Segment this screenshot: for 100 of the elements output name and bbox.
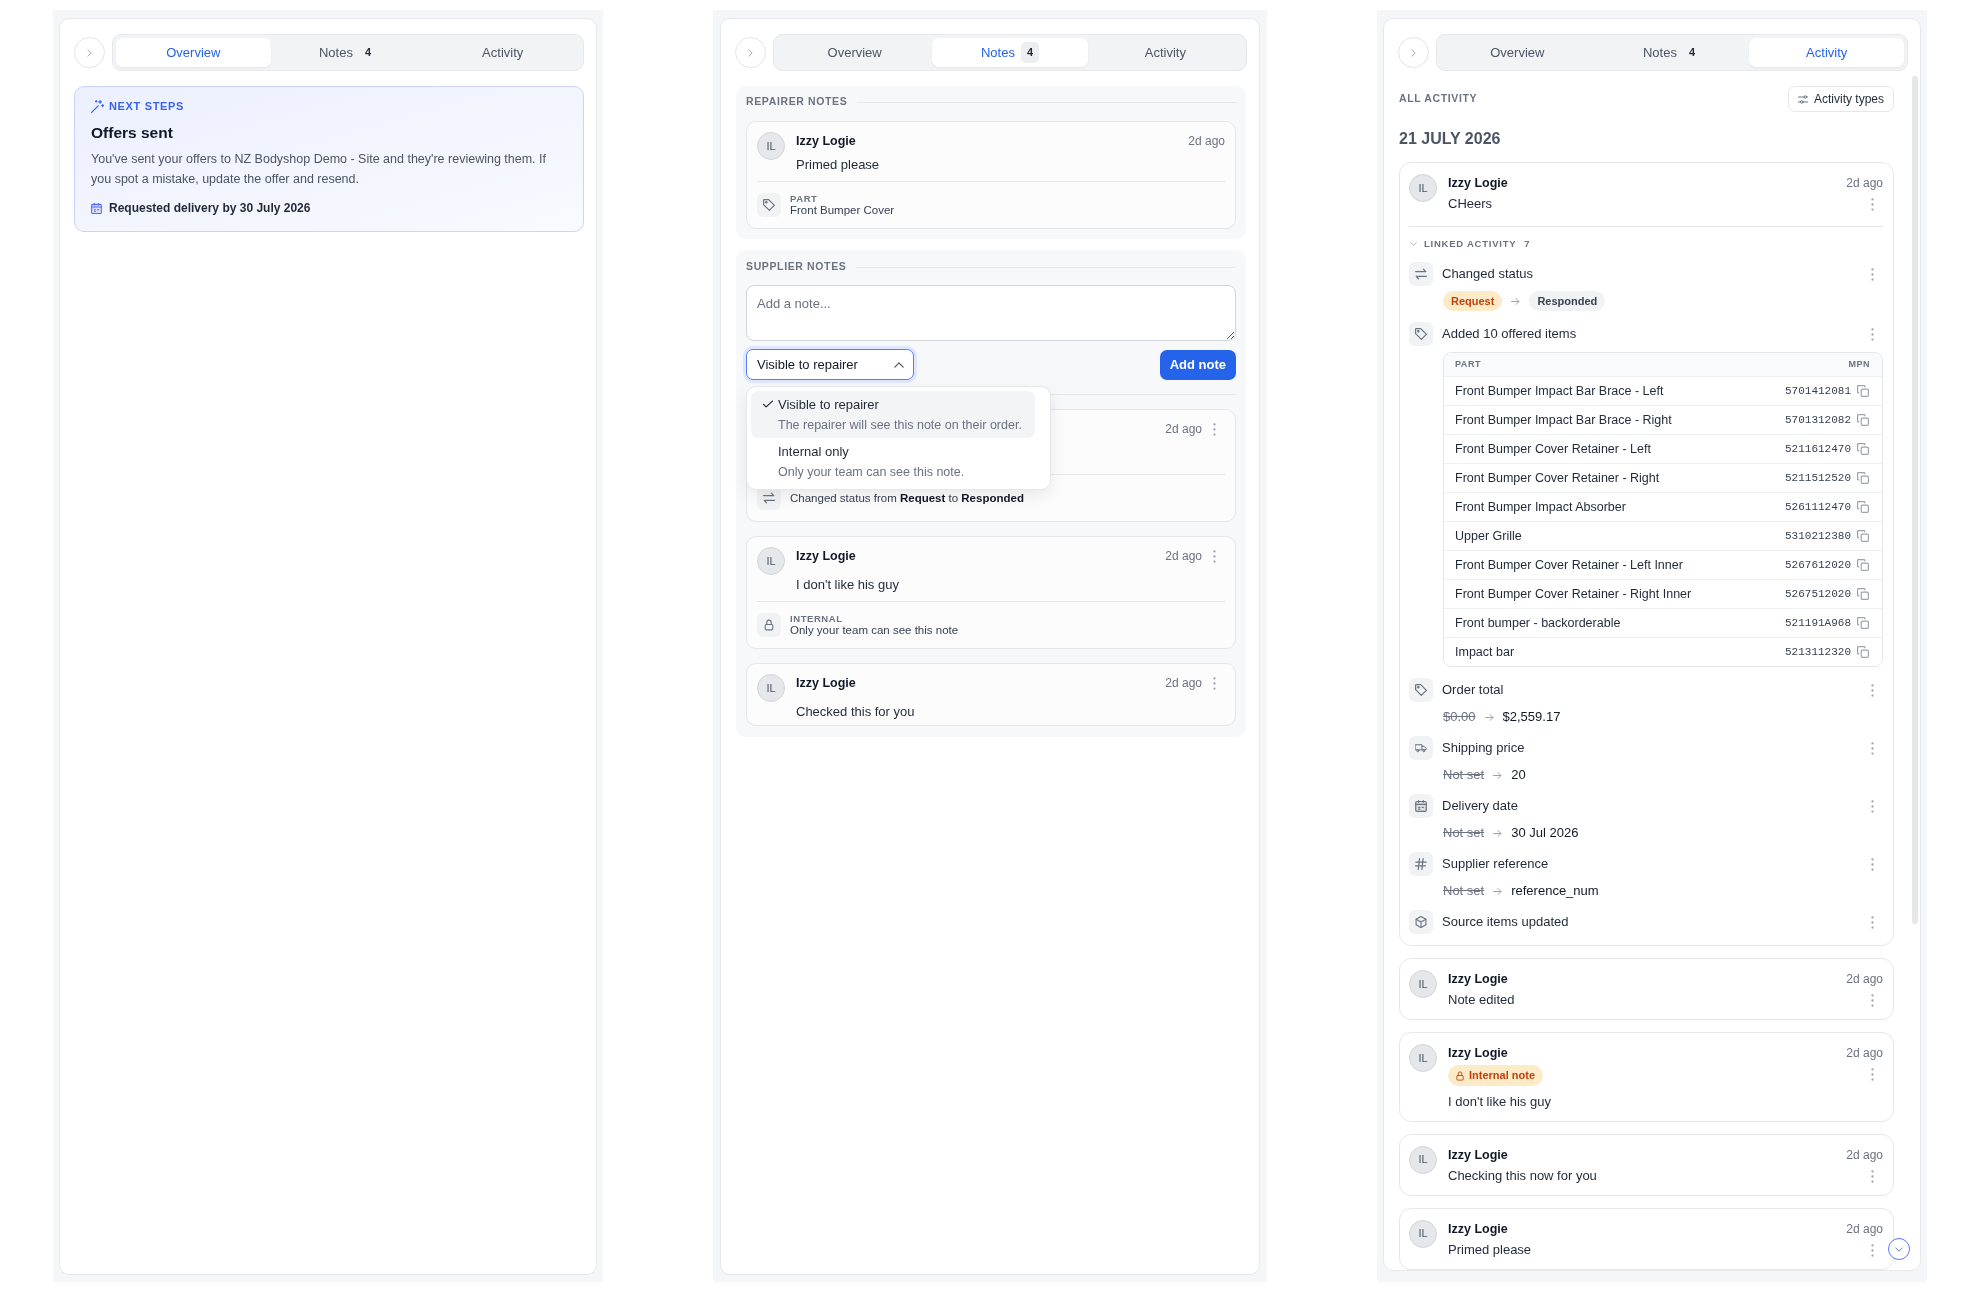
activity-title: Delivery date (1442, 798, 1519, 814)
column-header: MPN (1848, 357, 1870, 371)
more-options-icon[interactable] (1871, 198, 1874, 211)
copy-icon[interactable] (1857, 559, 1869, 571)
arrow-right-icon (1493, 887, 1503, 895)
note-text: Primed please (1448, 1241, 1533, 1258)
avatar: IL (1409, 174, 1437, 202)
avatar: IL (1409, 1145, 1437, 1174)
chevron-down-icon (1410, 242, 1417, 246)
more-options-icon[interactable] (1213, 676, 1216, 690)
table-cell-text: Front Bumper Cover Retainer - Right (1455, 469, 1661, 487)
copy-icon[interactable] (1857, 385, 1869, 397)
activity-title: Changed status (1442, 266, 1535, 282)
timestamp: 2d ago (1165, 548, 1202, 565)
tab[interactable]: Activity (425, 38, 580, 67)
author-name: Izzy Logie (1448, 971, 1509, 987)
old-status-badge: Request (1443, 291, 1503, 311)
arrow-right-icon (1484, 713, 1494, 721)
activity-title: Order total (1442, 682, 1505, 698)
timestamp: 2d ago (1165, 421, 1202, 438)
note-input[interactable]: Add a note... (746, 285, 1236, 341)
tab[interactable]: Notes 4 (1594, 38, 1750, 67)
more-options-icon[interactable] (1213, 422, 1216, 436)
scrollbar-thumb[interactable] (1912, 76, 1918, 924)
author-name: Izzy Logie (1448, 175, 1509, 191)
copy-icon[interactable] (1857, 646, 1869, 658)
copy-icon[interactable] (1857, 617, 1869, 629)
more-options-icon[interactable] (1871, 994, 1874, 1007)
tab[interactable]: Activity (1749, 38, 1904, 67)
date-heading: 21 JULY 2026 (1399, 129, 1502, 149)
more-options-icon[interactable] (1213, 549, 1216, 563)
timestamp: 2d ago (1846, 1045, 1883, 1061)
table-cell-text: 5211612470 (1785, 441, 1851, 457)
table-cell-text: Front Bumper Impact Bar Brace - Left (1455, 382, 1665, 400)
avatar: IL (1409, 1044, 1437, 1072)
author-name: Izzy Logie (1448, 1045, 1509, 1061)
tab[interactable]: Activity (1087, 38, 1243, 67)
more-options-icon[interactable] (1871, 741, 1874, 755)
more-options-icon[interactable] (1871, 327, 1874, 341)
sidebar-toggle-button[interactable] (1398, 37, 1429, 68)
more-options-icon[interactable] (1871, 857, 1874, 871)
scroll-down-button[interactable] (1888, 1238, 1910, 1260)
tab[interactable]: Overview (777, 38, 933, 67)
copy-icon[interactable] (1857, 530, 1869, 542)
sliders-icon (1797, 94, 1808, 104)
timestamp: 2d ago (1846, 971, 1883, 987)
table-cell-text: Front Bumper Cover Retainer - Left Inner (1455, 556, 1684, 574)
sidebar-toggle-button[interactable] (74, 37, 105, 68)
footer-label: PART (790, 193, 819, 204)
copy-icon[interactable] (1857, 472, 1869, 484)
copy-icon[interactable] (1857, 443, 1869, 455)
table-cell-text: 5211512520 (1785, 470, 1851, 486)
more-options-icon[interactable] (1871, 1169, 1874, 1183)
more-options-icon[interactable] (1871, 915, 1874, 929)
visibility-select[interactable]: Visible to repairer (746, 349, 914, 380)
copy-icon[interactable] (1857, 414, 1869, 426)
more-options-icon[interactable] (1871, 683, 1874, 697)
table-cell-text: 5267512020 (1785, 586, 1851, 602)
tab[interactable]: Overview (116, 38, 271, 67)
tab[interactable]: Notes 4 (270, 38, 426, 67)
old-value: Not set (1443, 766, 1485, 785)
table-cell-text: Upper Grille (1455, 527, 1523, 545)
tab[interactable]: Overview (1440, 38, 1595, 67)
next-steps-title: Offers sent (91, 123, 174, 143)
activity-title: Source items updated (1442, 914, 1570, 930)
linked-activity-toggle[interactable]: LINKED ACTIVITY 7 (1409, 237, 1530, 251)
copy-icon[interactable] (1857, 588, 1869, 600)
footer-label: INTERNAL (790, 613, 844, 624)
menu-option[interactable]: Visible to repairer The repairer will see this note on their order. (751, 391, 1035, 438)
author-name: Izzy Logie (796, 548, 857, 564)
add-note-button[interactable]: Add note (1159, 349, 1236, 380)
table-cell-text: Front Bumper Impact Absorber (1455, 498, 1627, 516)
table-cell-text: 5213112320 (1785, 644, 1851, 660)
timestamp: 2d ago (1846, 175, 1883, 191)
menu-option[interactable]: Internal only Only your team can see this note. (751, 438, 1035, 485)
table-cell-text: 5261112470 (1785, 499, 1851, 515)
new-value: reference_num (1511, 882, 1599, 901)
more-options-icon[interactable] (1871, 267, 1874, 281)
section-heading: ALL ACTIVITY (1399, 91, 1478, 107)
calendar-icon (91, 202, 102, 214)
lock-icon (1456, 1070, 1464, 1081)
tab[interactable]: Notes 4 (932, 38, 1088, 67)
sidebar-toggle-button[interactable] (735, 37, 766, 68)
copy-icon[interactable] (1857, 501, 1869, 513)
more-options-icon[interactable] (1871, 799, 1874, 813)
calendar-icon (1409, 794, 1433, 818)
table-cell-text: 521191A968 (1785, 615, 1851, 631)
chevron-up-icon (894, 361, 904, 368)
more-options-icon[interactable] (1871, 1068, 1874, 1081)
swap-arrows-icon (1409, 262, 1433, 286)
timestamp: 2d ago (1846, 1220, 1883, 1237)
tag-icon (757, 193, 781, 217)
activity-title: Shipping price (1442, 740, 1526, 756)
activity-types-button[interactable]: Activity types (1787, 86, 1894, 112)
table-cell-text: Impact bar (1455, 643, 1516, 661)
more-options-icon[interactable] (1871, 1243, 1874, 1257)
avatar: IL (1409, 970, 1437, 998)
footer-text: Front Bumper Cover (790, 204, 895, 217)
section-heading: REPAIRER NOTES (746, 94, 848, 110)
delivery-date: Requested delivery by 30 July 2026 (109, 200, 311, 217)
